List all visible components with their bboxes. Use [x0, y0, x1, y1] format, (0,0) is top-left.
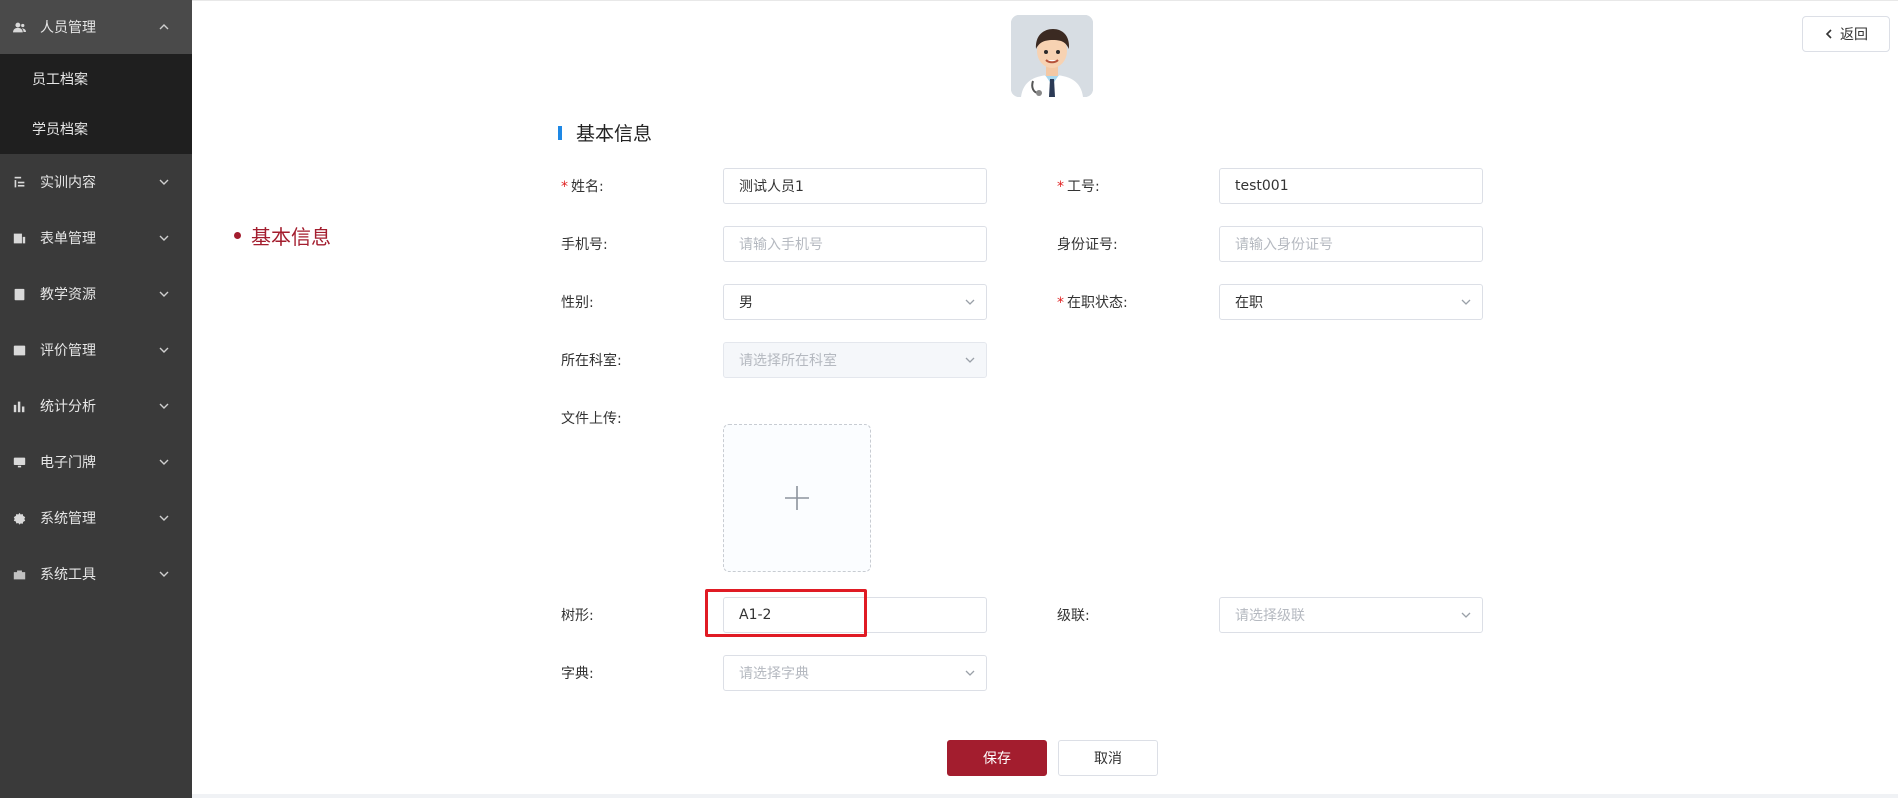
tree-label: 树形:	[561, 608, 594, 624]
anchor-basic-info[interactable]: 基本信息	[234, 221, 331, 250]
gender-label: 性别:	[561, 295, 594, 311]
plus-icon	[785, 486, 809, 510]
phone-input[interactable]: 请输入手机号	[723, 226, 987, 262]
sidebar-item-label: 教学资源	[40, 287, 96, 303]
save-button[interactable]: 保存	[947, 740, 1047, 776]
chevron-down-icon	[964, 354, 976, 366]
file-upload-area[interactable]	[723, 424, 871, 572]
sidebar-item-e-doorplate[interactable]: 电子门牌	[0, 434, 192, 490]
sidebar-item-system-mgmt[interactable]: 系统管理	[0, 490, 192, 546]
sidebar-item-label: 系统管理	[40, 511, 96, 527]
resource-icon	[12, 287, 26, 301]
sidebar-item-label: 统计分析	[40, 399, 96, 415]
dict-select[interactable]: 请选择字典	[723, 655, 987, 691]
chevron-down-icon	[158, 344, 170, 356]
chevron-down-icon	[158, 512, 170, 524]
chevron-down-icon	[158, 456, 170, 468]
doctor-avatar-icon	[1011, 15, 1093, 97]
chevron-up-icon	[158, 21, 170, 33]
back-button-label: 返回	[1840, 27, 1868, 43]
upload-label: 文件上传:	[561, 411, 622, 427]
chevron-down-icon	[964, 296, 976, 308]
sidebar-item-forms[interactable]: 表单管理	[0, 210, 192, 266]
sidebar-subitem-label: 员工档案	[32, 72, 88, 88]
anchor-label: 基本信息	[251, 225, 331, 249]
form-icon	[12, 231, 26, 245]
section-title: 基本信息	[558, 119, 652, 146]
name-label: * 姓名:	[561, 179, 604, 195]
anchor-dot	[234, 232, 241, 239]
main-content: 返回 基本信息 基本信息 * 姓名: 测试人员1 * 工号: test001 手…	[192, 0, 1898, 794]
chevron-down-icon	[964, 667, 976, 679]
chevron-down-icon	[158, 232, 170, 244]
sidebar-item-resources[interactable]: 教学资源	[0, 266, 192, 322]
job-no-input[interactable]: test001	[1219, 168, 1483, 204]
sidebar-item-personnel[interactable]: 人员管理	[0, 0, 192, 54]
chevron-down-icon	[1460, 296, 1472, 308]
chevron-down-icon	[158, 400, 170, 412]
monitor-icon	[12, 455, 26, 469]
sidebar: 人员管理 员工档案 学员档案 实训内容 表单管理 教学资源 评价管理 统计分析 …	[0, 0, 192, 798]
sidebar-subitem-staff-files[interactable]: 员工档案	[0, 54, 192, 104]
id-card-label: 身份证号:	[1057, 237, 1118, 253]
job-no-label: * 工号:	[1057, 179, 1100, 195]
toolbox-icon	[12, 567, 26, 581]
dict-label: 字典:	[561, 666, 594, 682]
name-input[interactable]: 测试人员1	[723, 168, 987, 204]
sidebar-subitem-student-files[interactable]: 学员档案	[0, 104, 192, 154]
back-button[interactable]: 返回	[1802, 16, 1890, 52]
gender-select[interactable]: 男	[723, 284, 987, 320]
sidebar-item-system-tools[interactable]: 系统工具	[0, 546, 192, 602]
section-title-text: 基本信息	[576, 123, 653, 145]
gear-icon	[12, 511, 26, 525]
cascade-label: 级联:	[1057, 608, 1090, 624]
sidebar-item-evaluation[interactable]: 评价管理	[0, 322, 192, 378]
department-label: 所在科室:	[561, 353, 622, 369]
bar-chart-icon	[12, 399, 26, 413]
submenu-personnel: 员工档案 学员档案	[0, 54, 192, 154]
app-root: 人员管理 员工档案 学员档案 实训内容 表单管理 教学资源 评价管理 统计分析 …	[0, 0, 1898, 798]
phone-label: 手机号:	[561, 237, 608, 253]
chevron-down-icon	[158, 176, 170, 188]
sidebar-item-statistics[interactable]: 统计分析	[0, 378, 192, 434]
chevron-down-icon	[158, 288, 170, 300]
sidebar-item-label: 实训内容	[40, 175, 96, 191]
department-select[interactable]: 请选择所在科室	[723, 342, 987, 378]
evaluation-icon	[12, 343, 26, 357]
sidebar-item-label: 人员管理	[40, 20, 96, 36]
sidebar-subitem-label: 学员档案	[32, 122, 88, 138]
cancel-button[interactable]: 取消	[1058, 740, 1158, 776]
sidebar-item-label: 评价管理	[40, 343, 96, 359]
avatar[interactable]	[1011, 15, 1093, 97]
status-select[interactable]: 在职	[1219, 284, 1483, 320]
status-label: * 在职状态:	[1057, 295, 1128, 311]
sidebar-item-training[interactable]: 实训内容	[0, 154, 192, 210]
sidebar-item-label: 系统工具	[40, 567, 96, 583]
cascade-select[interactable]: 请选择级联	[1219, 597, 1483, 633]
chevron-down-icon	[158, 568, 170, 580]
training-icon	[12, 175, 26, 189]
sidebar-item-label: 表单管理	[40, 231, 96, 247]
sidebar-item-label: 电子门牌	[40, 455, 96, 471]
section-title-bar	[558, 125, 562, 140]
id-card-input[interactable]: 请输入身份证号	[1219, 226, 1483, 262]
chevron-down-icon	[1460, 609, 1472, 621]
chevron-left-icon	[1825, 29, 1832, 39]
tree-select[interactable]: A1-2	[723, 597, 987, 633]
users-icon	[12, 20, 26, 34]
